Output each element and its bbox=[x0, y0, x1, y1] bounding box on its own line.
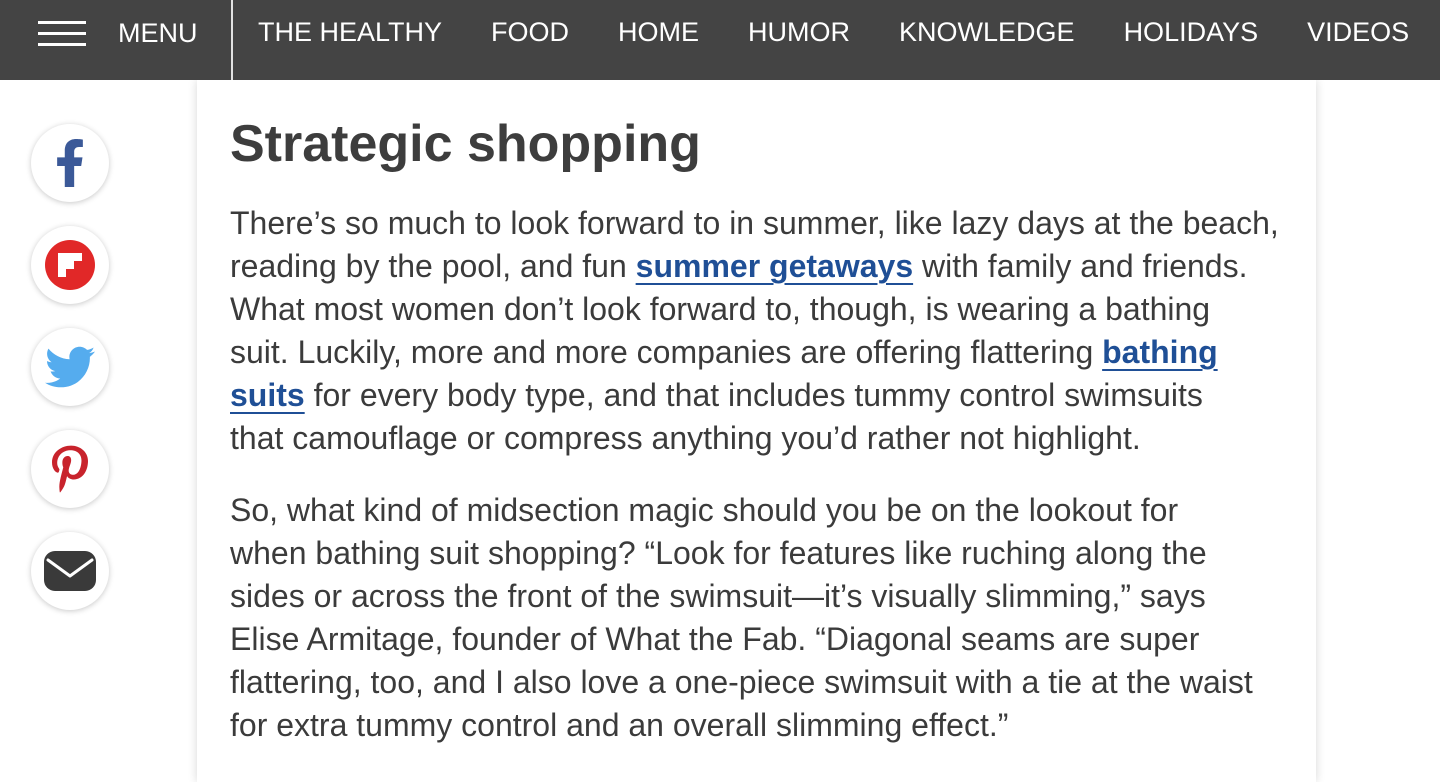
article-paragraph: There’s so much to look forward to in su… bbox=[230, 202, 1316, 460]
article-card: Strategic shopping There’s so much to lo… bbox=[197, 80, 1316, 782]
pinterest-icon bbox=[52, 445, 88, 493]
paragraph-text: for every body type, and that includes t… bbox=[230, 377, 1203, 456]
nav-item-videos[interactable]: VIDEOS bbox=[1307, 17, 1409, 47]
top-nav: MENU THE HEALTHY FOOD HOME HUMOR KNOWLED… bbox=[0, 0, 1440, 80]
paragraph-text: So, what kind of midsection magic should… bbox=[230, 492, 1253, 743]
nav-item-knowledge[interactable]: KNOWLEDGE bbox=[899, 17, 1075, 47]
facebook-share-button[interactable] bbox=[31, 124, 109, 202]
share-rail bbox=[31, 124, 109, 610]
pinterest-share-button[interactable] bbox=[31, 430, 109, 508]
nav-divider bbox=[231, 0, 233, 80]
nav-item-holidays[interactable]: HOLIDAYS bbox=[1124, 17, 1259, 47]
twitter-icon bbox=[45, 346, 95, 388]
flipboard-icon bbox=[45, 240, 95, 290]
nav-items: THE HEALTHY FOOD HOME HUMOR KNOWLEDGE HO… bbox=[258, 17, 1409, 47]
nav-item-home[interactable]: HOME bbox=[618, 17, 699, 47]
email-share-button[interactable] bbox=[31, 532, 109, 610]
flipboard-share-button[interactable] bbox=[31, 226, 109, 304]
hamburger-icon bbox=[38, 21, 86, 46]
nav-item-humor[interactable]: HUMOR bbox=[748, 17, 850, 47]
twitter-share-button[interactable] bbox=[31, 328, 109, 406]
nav-item-the-healthy[interactable]: THE HEALTHY bbox=[258, 17, 442, 47]
article-paragraph: So, what kind of midsection magic should… bbox=[230, 489, 1316, 747]
nav-item-food[interactable]: FOOD bbox=[491, 17, 569, 47]
facebook-icon bbox=[55, 139, 85, 187]
summer-getaways-link[interactable]: summer getaways bbox=[636, 248, 913, 284]
email-icon bbox=[44, 551, 96, 591]
menu-button[interactable]: MENU bbox=[38, 0, 214, 80]
menu-label: MENU bbox=[118, 18, 198, 48]
article-heading: Strategic shopping bbox=[230, 115, 701, 173]
